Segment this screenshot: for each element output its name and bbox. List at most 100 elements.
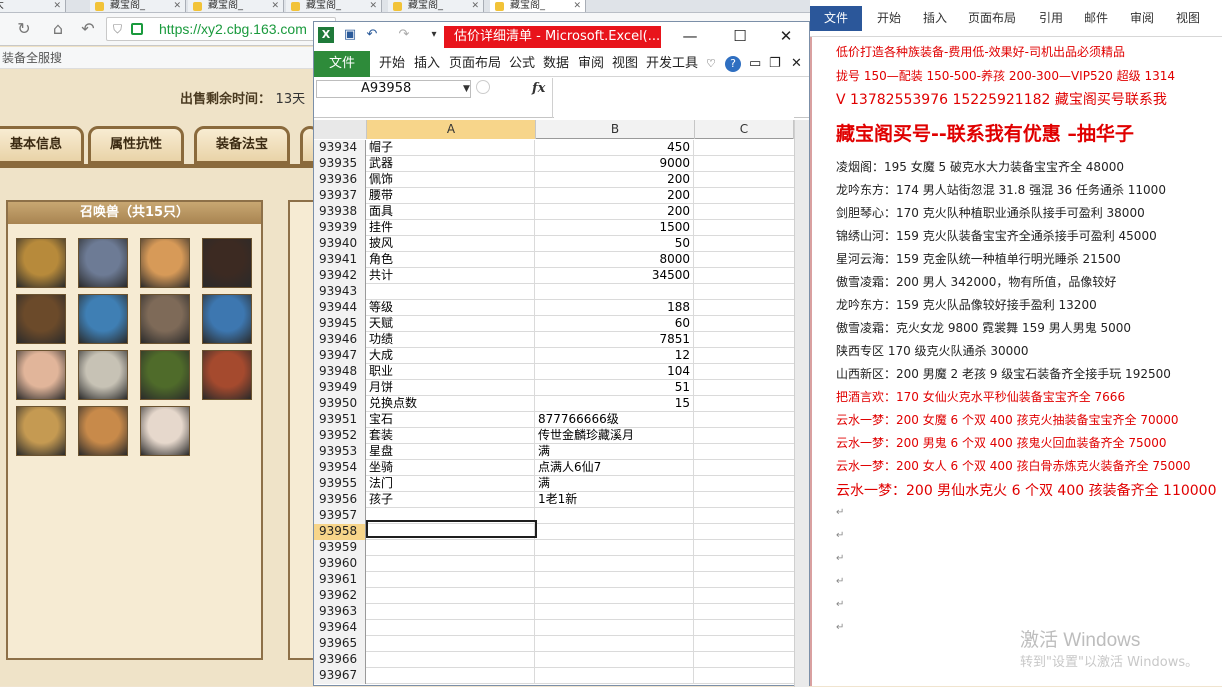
pet-avatar[interactable] [140,294,190,344]
cell-a[interactable] [367,604,535,620]
row-header[interactable]: 93951 [314,412,366,428]
cell-a[interactable]: 套装 [367,428,535,444]
cell-c[interactable] [695,460,794,476]
cell-b[interactable] [536,540,694,556]
cell-b[interactable] [536,572,694,588]
undo-icon[interactable]: ↶ [364,27,380,43]
pet-avatar[interactable] [16,406,66,456]
browser-tab-active[interactable]: 藏宝阁_ ✕ [490,0,586,12]
row-header[interactable]: 93946 [314,332,366,348]
tab-data[interactable]: 数据 [543,51,569,77]
cell-a[interactable] [367,556,535,572]
cell-a[interactable]: 披风 [367,236,535,252]
undo-icon[interactable]: ↶ [78,19,98,39]
cell-a[interactable]: 武器 [367,156,535,172]
row-header[interactable]: 93949 [314,380,366,396]
tab-formulas[interactable]: 公式 [509,51,535,77]
formula-expand-icon[interactable] [476,80,490,94]
selected-cell[interactable] [366,520,537,538]
cell-a[interactable]: 佩饰 [367,172,535,188]
tab-insert[interactable]: 插入 [414,51,440,77]
pet-avatar[interactable] [78,238,128,288]
cell-c[interactable] [695,540,794,556]
cell-b[interactable] [536,620,694,636]
cell-c[interactable] [695,604,794,620]
tab-view[interactable]: 视图 [1176,6,1200,31]
tab-view[interactable]: 视图 [612,51,638,77]
cell-b[interactable]: 104 [536,364,694,380]
cell-c[interactable] [695,172,794,188]
cell-c[interactable] [695,572,794,588]
cell-b[interactable]: 1500 [536,220,694,236]
tab-file[interactable]: 文件 [314,51,370,77]
tab-basic-info[interactable]: 基本信息 [0,126,84,164]
cell-c[interactable] [695,300,794,316]
cell-a[interactable]: 月饼 [367,380,535,396]
insert-function-icon[interactable]: fx [532,81,545,96]
cell-c[interactable] [695,140,794,156]
ribbon-restore-icon[interactable]: ❐ [769,51,781,77]
close-icon[interactable]: ✕ [573,0,581,12]
row-header[interactable]: 93942 [314,268,366,284]
document-page[interactable]: 低价打造各种族装备-费用低-效果好-司机出品必须精品 拢号 150—配装 150-… [810,37,1222,686]
cell-a[interactable]: 帽子 [367,140,535,156]
pet-avatar[interactable] [140,406,190,456]
ribbon-minimize-icon[interactable]: ▭ [749,51,761,77]
tab-developer[interactable]: 开发工具 [646,51,698,77]
column-header-a[interactable]: A [367,120,536,139]
cell-c[interactable] [695,476,794,492]
cell-a[interactable] [367,652,535,668]
cell-b[interactable]: 满 [536,444,694,460]
help-icon[interactable]: ? [725,56,741,72]
cell-c[interactable] [695,188,794,204]
tab-review[interactable]: 审阅 [1130,6,1154,31]
cell-c[interactable] [695,508,794,524]
cell-a[interactable] [367,588,535,604]
row-header[interactable]: 93961 [314,572,366,588]
cell-c[interactable] [695,332,794,348]
cell-c[interactable] [695,156,794,172]
cell-a[interactable]: 职业 [367,364,535,380]
address-bar[interactable]: ⛉ https://xy2.cbg.163.com [106,17,336,41]
cell-b[interactable]: 200 [536,204,694,220]
customize-qat-icon[interactable]: ▾ [426,27,442,43]
cell-c[interactable] [695,556,794,572]
cell-b[interactable]: 1老1新 [536,492,694,508]
row-header[interactable]: 93954 [314,460,366,476]
name-box[interactable]: A93958 ▼ [316,80,471,98]
row-header[interactable]: 93959 [314,540,366,556]
cell-a[interactable]: 等级 [367,300,535,316]
row-header[interactable]: 93938 [314,204,366,220]
row-header[interactable]: 93964 [314,620,366,636]
tab-mailings[interactable]: 邮件 [1084,6,1108,31]
redo-icon[interactable]: ↷ [396,27,412,43]
cell-c[interactable] [695,380,794,396]
cell-a[interactable]: 大成 [367,348,535,364]
close-icon[interactable]: ✕ [369,0,377,12]
close-icon[interactable]: ✕ [271,0,279,12]
cell-c[interactable] [695,284,794,300]
row-header[interactable]: 93945 [314,316,366,332]
cell-b[interactable]: 200 [536,172,694,188]
cell-a[interactable] [367,572,535,588]
cell-b[interactable]: 15 [536,396,694,412]
cell-c[interactable] [695,620,794,636]
browser-tab[interactable]: 藏宝阁_ ✕ [188,0,284,12]
tab-insert[interactable]: 插入 [923,6,947,31]
cell-a[interactable] [367,284,535,300]
pet-avatar[interactable] [78,406,128,456]
cell-c[interactable] [695,588,794,604]
row-header[interactable]: 93965 [314,636,366,652]
row-header[interactable]: 93948 [314,364,366,380]
cell-b[interactable]: 满 [536,476,694,492]
vertical-scrollbar[interactable] [794,120,809,687]
pet-avatar[interactable] [16,294,66,344]
cell-a[interactable]: 法门 [367,476,535,492]
cell-b[interactable]: 传世金麟珍藏溪月 [536,428,694,444]
cell-b[interactable] [536,636,694,652]
cell-b[interactable] [536,284,694,300]
row-header[interactable]: 93957 [314,508,366,524]
column-header-b[interactable]: B [536,120,695,139]
cell-c[interactable] [695,428,794,444]
cell-c[interactable] [695,396,794,412]
